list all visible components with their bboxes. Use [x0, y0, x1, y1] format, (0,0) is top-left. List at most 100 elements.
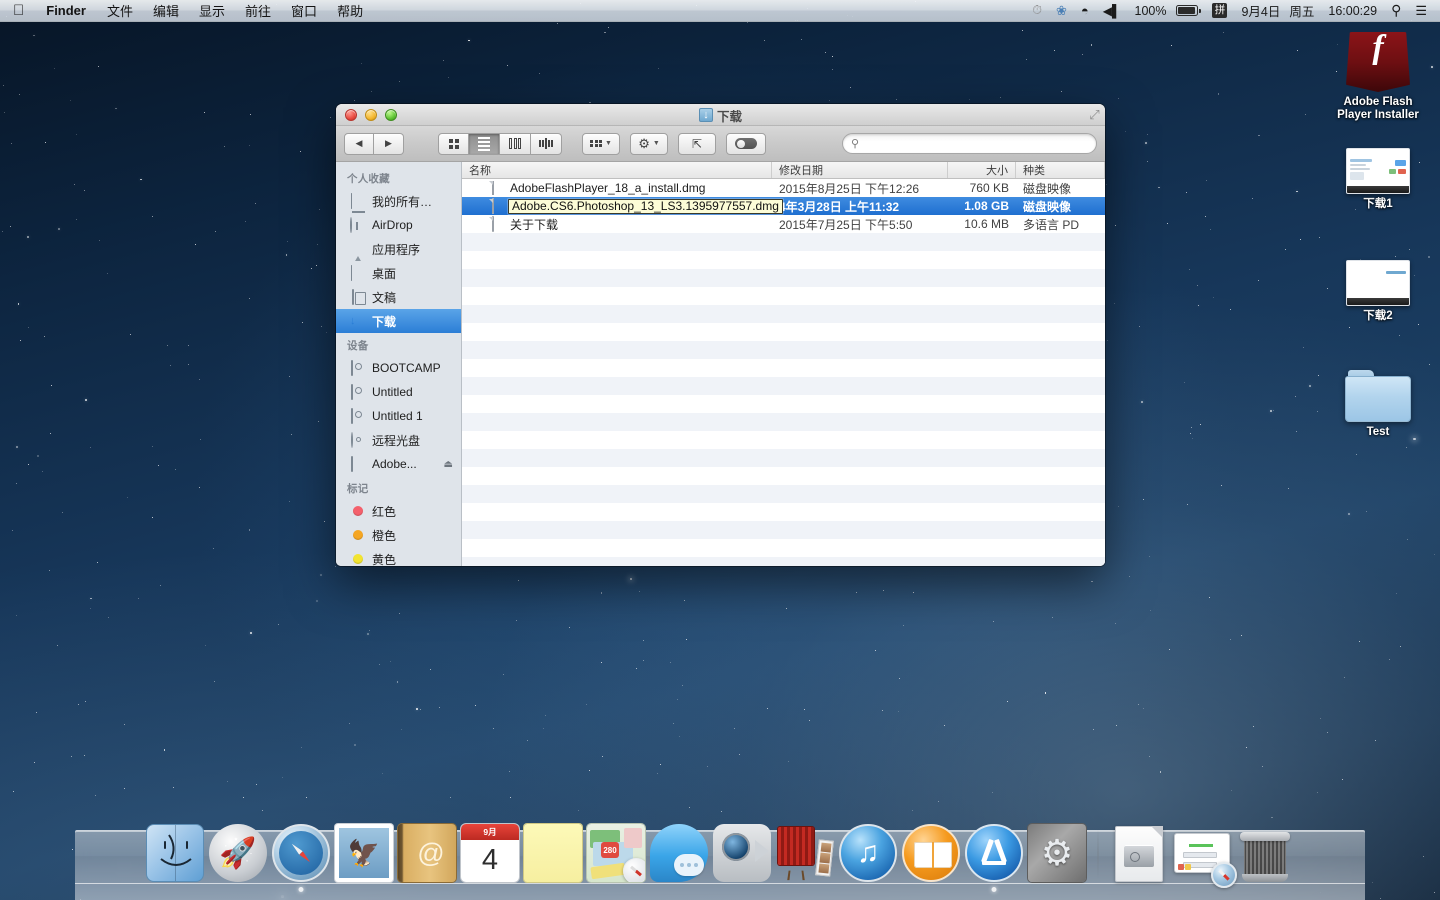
table-row[interactable]: Adobe.CS6.Photoshop_13_LS3.1395977557.dm…	[462, 197, 1105, 215]
sidebar-item-applications[interactable]: 应用程序	[336, 237, 461, 261]
finder-window[interactable]: 下载 ⤢ ◀ ▶ ▼ ⚙ ▼	[336, 104, 1105, 566]
sidebar-item-tag-orange[interactable]: 橙色	[336, 523, 461, 547]
resize-handle-icon[interactable]: ⤢	[1088, 108, 1101, 121]
dock-item-notes[interactable]	[524, 824, 582, 882]
tags-button[interactable]	[726, 132, 766, 155]
window-title-bar[interactable]: 下载 ⤢	[336, 104, 1105, 126]
volume-icon[interactable]: ◀▌	[1096, 0, 1128, 21]
menu-weekday[interactable]: 周五	[1287, 0, 1321, 21]
dock-item-safari[interactable]	[272, 824, 330, 892]
trash-icon	[1240, 828, 1290, 882]
table-row[interactable]: AdobeFlashPlayer_18_a_install.dmg 2015年8…	[462, 179, 1105, 197]
empty-row	[462, 251, 1105, 269]
share-button[interactable]: ⇱	[678, 132, 716, 155]
column-header-date[interactable]: 修改日期	[772, 162, 948, 178]
search-input[interactable]	[863, 136, 1088, 151]
wifi-icon[interactable]: ◓	[1074, 0, 1096, 21]
bluetooth-icon[interactable]: ❀	[1049, 0, 1074, 21]
view-as-list-button[interactable]	[469, 132, 500, 155]
sidebar-item-desktop[interactable]: 桌面	[336, 261, 461, 285]
menu-date[interactable]: 9月4日	[1234, 0, 1287, 21]
view-as-columns-button[interactable]	[500, 132, 531, 155]
empty-row	[462, 323, 1105, 341]
dock-item-launchpad[interactable]: 🚀	[209, 824, 267, 882]
dock-item-finder[interactable]	[146, 824, 204, 882]
menu-item-file[interactable]: 文件	[97, 0, 143, 21]
dock-item-facetime[interactable]	[713, 824, 771, 882]
dock-item-trash[interactable]	[1236, 824, 1294, 882]
sidebar-item-bootcamp[interactable]: BOOTCAMP	[336, 356, 461, 380]
window-title-text: 下载	[716, 109, 742, 124]
sidebar-item-untitled-1[interactable]: Untitled 1	[336, 404, 461, 428]
dock-item-disk-image[interactable]	[1110, 824, 1168, 882]
sidebar-item-tag-red[interactable]: 红色	[336, 499, 461, 523]
desktop-icon-test-folder[interactable]: Test	[1323, 370, 1433, 439]
file-list[interactable]: 名称 修改日期 大小 种类 AdobeFlashPlayer_18_a_inst…	[462, 162, 1105, 566]
menu-item-view[interactable]: 显示	[189, 0, 235, 21]
dock-item-appstore[interactable]	[965, 824, 1023, 892]
menu-clock[interactable]: 16:00:29	[1321, 0, 1384, 21]
menu-item-edit[interactable]: 编辑	[143, 0, 189, 21]
dock-item-contacts[interactable]: @	[398, 824, 456, 882]
flash-installer-icon: f	[1346, 32, 1410, 92]
curtain-icon	[778, 827, 814, 865]
rename-input[interactable]: Adobe.CS6.Photoshop_13_LS3.1395977557.dm…	[508, 198, 783, 214]
search-field[interactable]: ⚲	[842, 133, 1097, 154]
back-button[interactable]: ◀	[344, 132, 374, 155]
notification-center-icon[interactable]: ☰	[1408, 0, 1434, 21]
view-as-icons-button[interactable]	[438, 132, 469, 155]
sidebar-item-airdrop[interactable]: AirDrop	[336, 213, 461, 237]
file-name-cell[interactable]: 关于下载	[462, 216, 772, 233]
share-icon: ⇱	[691, 136, 703, 151]
sidebar-item-remote-disc[interactable]: 远程光盘	[336, 428, 461, 452]
search-icon[interactable]: ⚲	[1384, 0, 1408, 21]
dock-item-messages[interactable]	[650, 824, 708, 882]
dock[interactable]: 🚀 🦅 @ 9月 4 280 ♫ ⚙	[75, 816, 1365, 900]
file-kind-cell: 多语言 PD	[1023, 217, 1080, 232]
sidebar-item-adobe-disk[interactable]: Adobe... ⏏	[336, 452, 461, 476]
input-source-icon[interactable]: 拼	[1205, 0, 1234, 21]
menu-item-go[interactable]: 前往	[235, 0, 281, 21]
chevron-down-icon: ▼	[652, 140, 660, 147]
time-machine-icon[interactable]: ⏱	[1025, 0, 1049, 21]
file-kind-cell: 磁盘映像	[1023, 181, 1072, 196]
column-header-size[interactable]: 大小	[948, 162, 1016, 178]
table-row[interactable]: 关于下载 2015年7月25日 下午5:50 10.6 MB 多语言 PD	[462, 215, 1105, 233]
dock-item-system-preferences[interactable]: ⚙	[1028, 824, 1086, 882]
eject-icon[interactable]: ⏏	[444, 459, 453, 470]
sidebar-item-all-my-files[interactable]: 我的所有…	[336, 189, 461, 213]
sidebar-item-label: Adobe...	[372, 457, 417, 471]
desktop-icon-download1[interactable]: 下载1	[1323, 148, 1433, 211]
dock-item-mail[interactable]: 🦅	[335, 824, 393, 882]
finder-sidebar[interactable]: 个人收藏 我的所有… AirDrop 应用程序 桌面 文稿 下载 设备 BOOT…	[336, 162, 462, 566]
at-sign-icon: @	[417, 837, 445, 868]
hard-disk-icon	[350, 359, 366, 376]
sidebar-item-documents[interactable]: 文稿	[336, 285, 461, 309]
dock-item-itunes[interactable]: ♫	[839, 824, 897, 882]
apple-menu-icon[interactable]: 	[0, 0, 35, 21]
file-rows: AdobeFlashPlayer_18_a_install.dmg 2015年8…	[462, 179, 1105, 566]
dock-item-window-thumbnail[interactable]	[1173, 824, 1237, 888]
sidebar-item-untitled[interactable]: Untitled	[336, 380, 461, 404]
menu-item-help[interactable]: 帮助	[327, 0, 373, 21]
arrange-button[interactable]: ▼	[582, 132, 620, 155]
menu-item-window[interactable]: 窗口	[281, 0, 327, 21]
dock-item-calendar[interactable]: 9月 4	[461, 824, 519, 882]
file-name-cell[interactable]: AdobeFlashPlayer_18_a_install.dmg	[462, 181, 772, 195]
battery-icon[interactable]	[1173, 0, 1205, 21]
forward-button[interactable]: ▶	[374, 132, 404, 155]
action-button[interactable]: ⚙ ▼	[630, 132, 668, 155]
dock-item-maps[interactable]: 280	[587, 824, 645, 882]
column-header-kind[interactable]: 种类	[1016, 162, 1105, 178]
file-name-cell[interactable]: Adobe.CS6.Photoshop_13_LS3.1395977557.dm…	[462, 198, 783, 214]
desktop-icon-flash-installer[interactable]: f Adobe Flash Player Installer	[1323, 32, 1433, 122]
empty-row	[462, 539, 1105, 557]
dock-item-ibooks[interactable]	[902, 824, 960, 882]
dock-item-photobooth[interactable]	[776, 824, 834, 882]
sidebar-item-tag-yellow[interactable]: 黄色	[336, 547, 461, 566]
sidebar-item-downloads[interactable]: 下载	[336, 309, 461, 333]
menu-app-name[interactable]: Finder	[35, 0, 97, 21]
desktop-icon-download2[interactable]: 下载2	[1323, 260, 1433, 323]
column-header-name[interactable]: 名称	[462, 162, 772, 178]
view-as-coverflow-button[interactable]	[531, 132, 562, 155]
